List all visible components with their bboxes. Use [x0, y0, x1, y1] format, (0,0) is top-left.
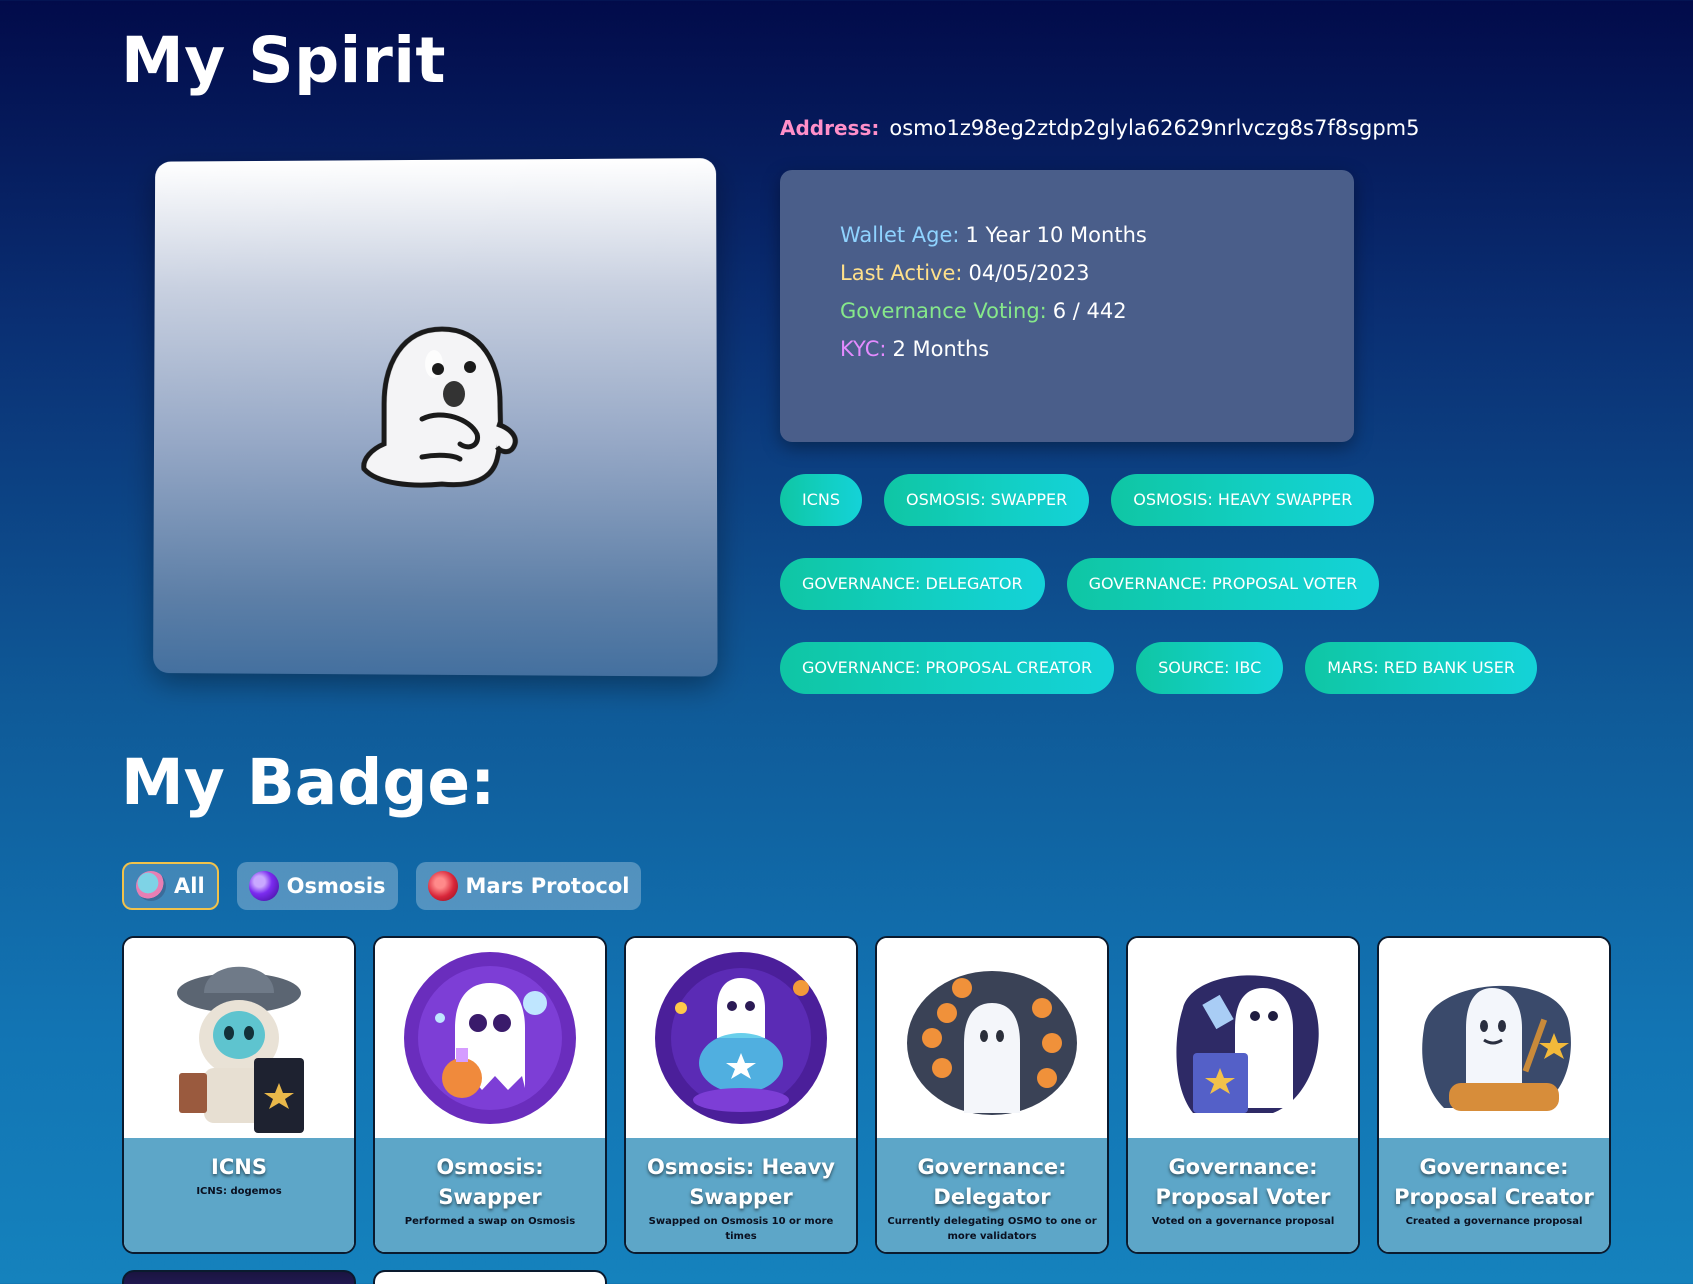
tag-mars-red-bank-user[interactable]: MARS: RED BANK USER — [1305, 642, 1537, 694]
badge-title: Osmosis: Swapper — [436, 1155, 544, 1209]
scroll-ghost-icon — [1379, 938, 1609, 1138]
potion-ghost-icon — [375, 938, 605, 1138]
stat-value: 1 Year 10 Months — [965, 223, 1147, 247]
tag-list: ICNS OSMOSIS: SWAPPER OSMOSIS: HEAVY SWA… — [780, 474, 1540, 726]
badge-info: Governance: Delegator Currently delegati… — [877, 1138, 1107, 1252]
stat-label: KYC: — [840, 337, 887, 361]
badge-card[interactable] — [122, 1270, 356, 1284]
tag-governance-proposal-voter[interactable]: GOVERNANCE: PROPOSAL VOTER — [1066, 558, 1380, 610]
badge-info: Osmosis: Swapper Performed a swap on Osm… — [375, 1138, 605, 1252]
badge-title: Osmosis: Heavy Swapper — [647, 1155, 835, 1209]
badge-description: Voted on a governance proposal — [1151, 1216, 1335, 1227]
badge-title: Governance: Proposal Voter — [1155, 1155, 1331, 1209]
address-label: Address: — [780, 116, 880, 140]
badge-title: ICNS — [211, 1155, 267, 1179]
badge-description: Performed a swap on Osmosis — [404, 1216, 576, 1227]
filter-label: All — [174, 874, 205, 898]
badge-info: Governance: Proposal Voter Voted on a go… — [1128, 1138, 1358, 1252]
validator-ghost-icon — [877, 938, 1107, 1138]
osmosis-logo-icon — [248, 871, 279, 901]
wizard-ghost-icon — [124, 938, 354, 1138]
wallet-stats-card: Wallet Age: 1 Year 10 Months Last Active:… — [780, 170, 1354, 442]
badges-section-title: My Badge: — [121, 746, 496, 819]
badge-grid: ICNS ICNS: dogemos Osmosis: Swapper Perf… — [122, 936, 1611, 1254]
filter-mars-protocol-button[interactable]: Mars Protocol — [415, 862, 642, 910]
stat-governance-voting: Governance Voting: 6 / 442 — [840, 292, 1354, 330]
badge-card[interactable]: Governance: Proposal Voter Voted on a go… — [1126, 936, 1360, 1254]
filter-all-button[interactable]: All — [122, 862, 219, 910]
badge-info: Governance: Proposal Creator Created a g… — [1379, 1138, 1609, 1252]
stat-last-active: Last Active: 04/05/2023 — [840, 254, 1354, 292]
wallet-address[interactable]: osmo1z98eg2ztdp2glyla62629nrlvczg8s7f8sg… — [889, 116, 1419, 140]
badge-description: ICNS: dogemos — [196, 1186, 282, 1197]
badge-description: Swapped on Osmosis 10 or more times — [648, 1216, 834, 1242]
spirit-avatar-card — [153, 158, 718, 677]
tag-osmosis-swapper[interactable]: OSMOSIS: SWAPPER — [884, 474, 1090, 526]
tag-icns[interactable]: ICNS — [780, 474, 863, 526]
badge-grid-next-row — [122, 1270, 607, 1284]
orb-ghost-icon — [626, 938, 856, 1138]
badge-card[interactable]: ICNS ICNS: dogemos — [122, 936, 356, 1254]
stat-value: 04/05/2023 — [968, 261, 1090, 285]
tag-osmosis-heavy-swapper[interactable]: OSMOSIS: HEAVY SWAPPER — [1111, 474, 1375, 526]
badge-card[interactable]: Governance: Proposal Creator Created a g… — [1377, 936, 1611, 1254]
stat-label: Governance Voting: — [840, 299, 1047, 323]
badge-filter-bar: All Osmosis Mars Protocol — [122, 862, 642, 910]
badge-card[interactable]: Osmosis: Swapper Performed a swap on Osm… — [373, 936, 607, 1254]
badge-title: Governance: Proposal Creator — [1394, 1155, 1594, 1209]
address-row: Address: osmo1z98eg2ztdp2glyla62629nrlvc… — [780, 116, 1420, 140]
tag-governance-proposal-creator[interactable]: GOVERNANCE: PROPOSAL CREATOR — [780, 642, 1115, 694]
stat-value: 2 Months — [892, 337, 990, 361]
filter-label: Osmosis — [286, 874, 386, 898]
ghost-avatar-icon — [361, 326, 542, 488]
badge-card[interactable] — [373, 1270, 607, 1284]
badge-card[interactable]: Osmosis: Heavy Swapper Swapped on Osmosi… — [624, 936, 858, 1254]
stat-label: Last Active: — [840, 261, 963, 285]
filter-label: Mars Protocol — [465, 874, 630, 898]
filter-osmosis-button[interactable]: Osmosis — [236, 862, 398, 910]
ghost-avatar-icon — [136, 871, 166, 901]
badge-info: Osmosis: Heavy Swapper Swapped on Osmosi… — [626, 1138, 856, 1252]
stat-wallet-age: Wallet Age: 1 Year 10 Months — [840, 216, 1354, 254]
tag-source-ibc[interactable]: SOURCE: IBC — [1136, 642, 1284, 694]
ballot-ghost-icon — [1128, 938, 1358, 1138]
badge-card[interactable]: Governance: Delegator Currently delegati… — [875, 936, 1109, 1254]
page-title: My Spirit — [121, 24, 447, 97]
badge-description: Currently delegating OSMO to one or more… — [887, 1216, 1097, 1242]
tag-governance-delegator[interactable]: GOVERNANCE: DELEGATOR — [780, 558, 1045, 610]
stat-value: 6 / 442 — [1052, 299, 1127, 323]
stat-label: Wallet Age: — [840, 223, 960, 247]
mars-logo-icon — [427, 871, 458, 901]
badge-title: Governance: Delegator — [917, 1155, 1067, 1209]
stat-kyc: KYC: 2 Months — [840, 330, 1354, 368]
badge-info: ICNS ICNS: dogemos — [124, 1138, 354, 1252]
badge-description: Created a governance proposal — [1405, 1216, 1583, 1227]
